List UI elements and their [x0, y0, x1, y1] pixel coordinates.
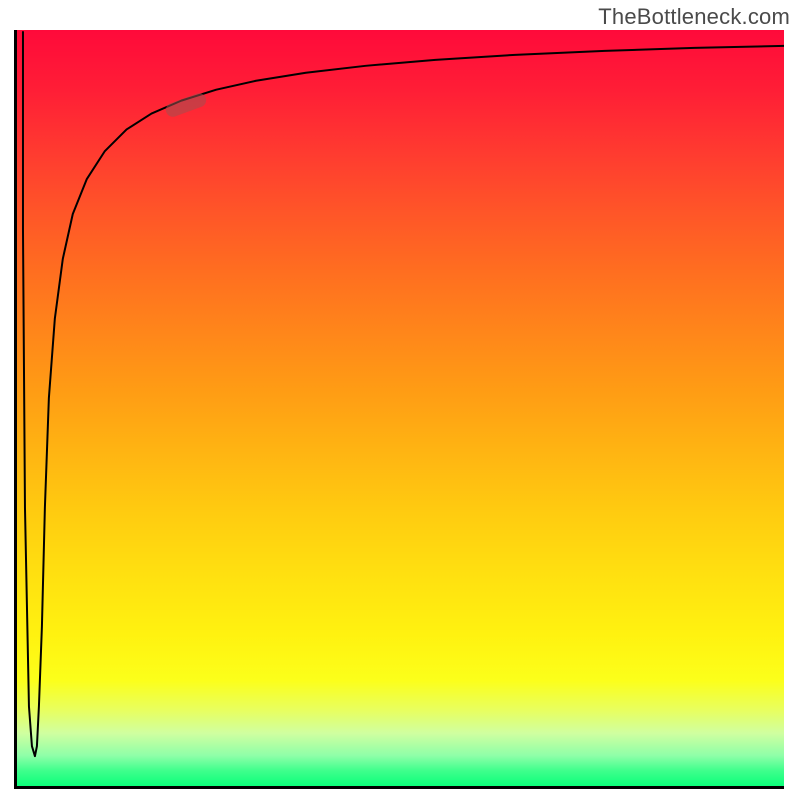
plot-area	[14, 30, 784, 789]
bottleneck-curve	[23, 32, 784, 756]
curve-layer	[17, 30, 784, 786]
chart-container: TheBottleneck.com	[0, 0, 800, 800]
watermark-label: TheBottleneck.com	[598, 4, 790, 30]
